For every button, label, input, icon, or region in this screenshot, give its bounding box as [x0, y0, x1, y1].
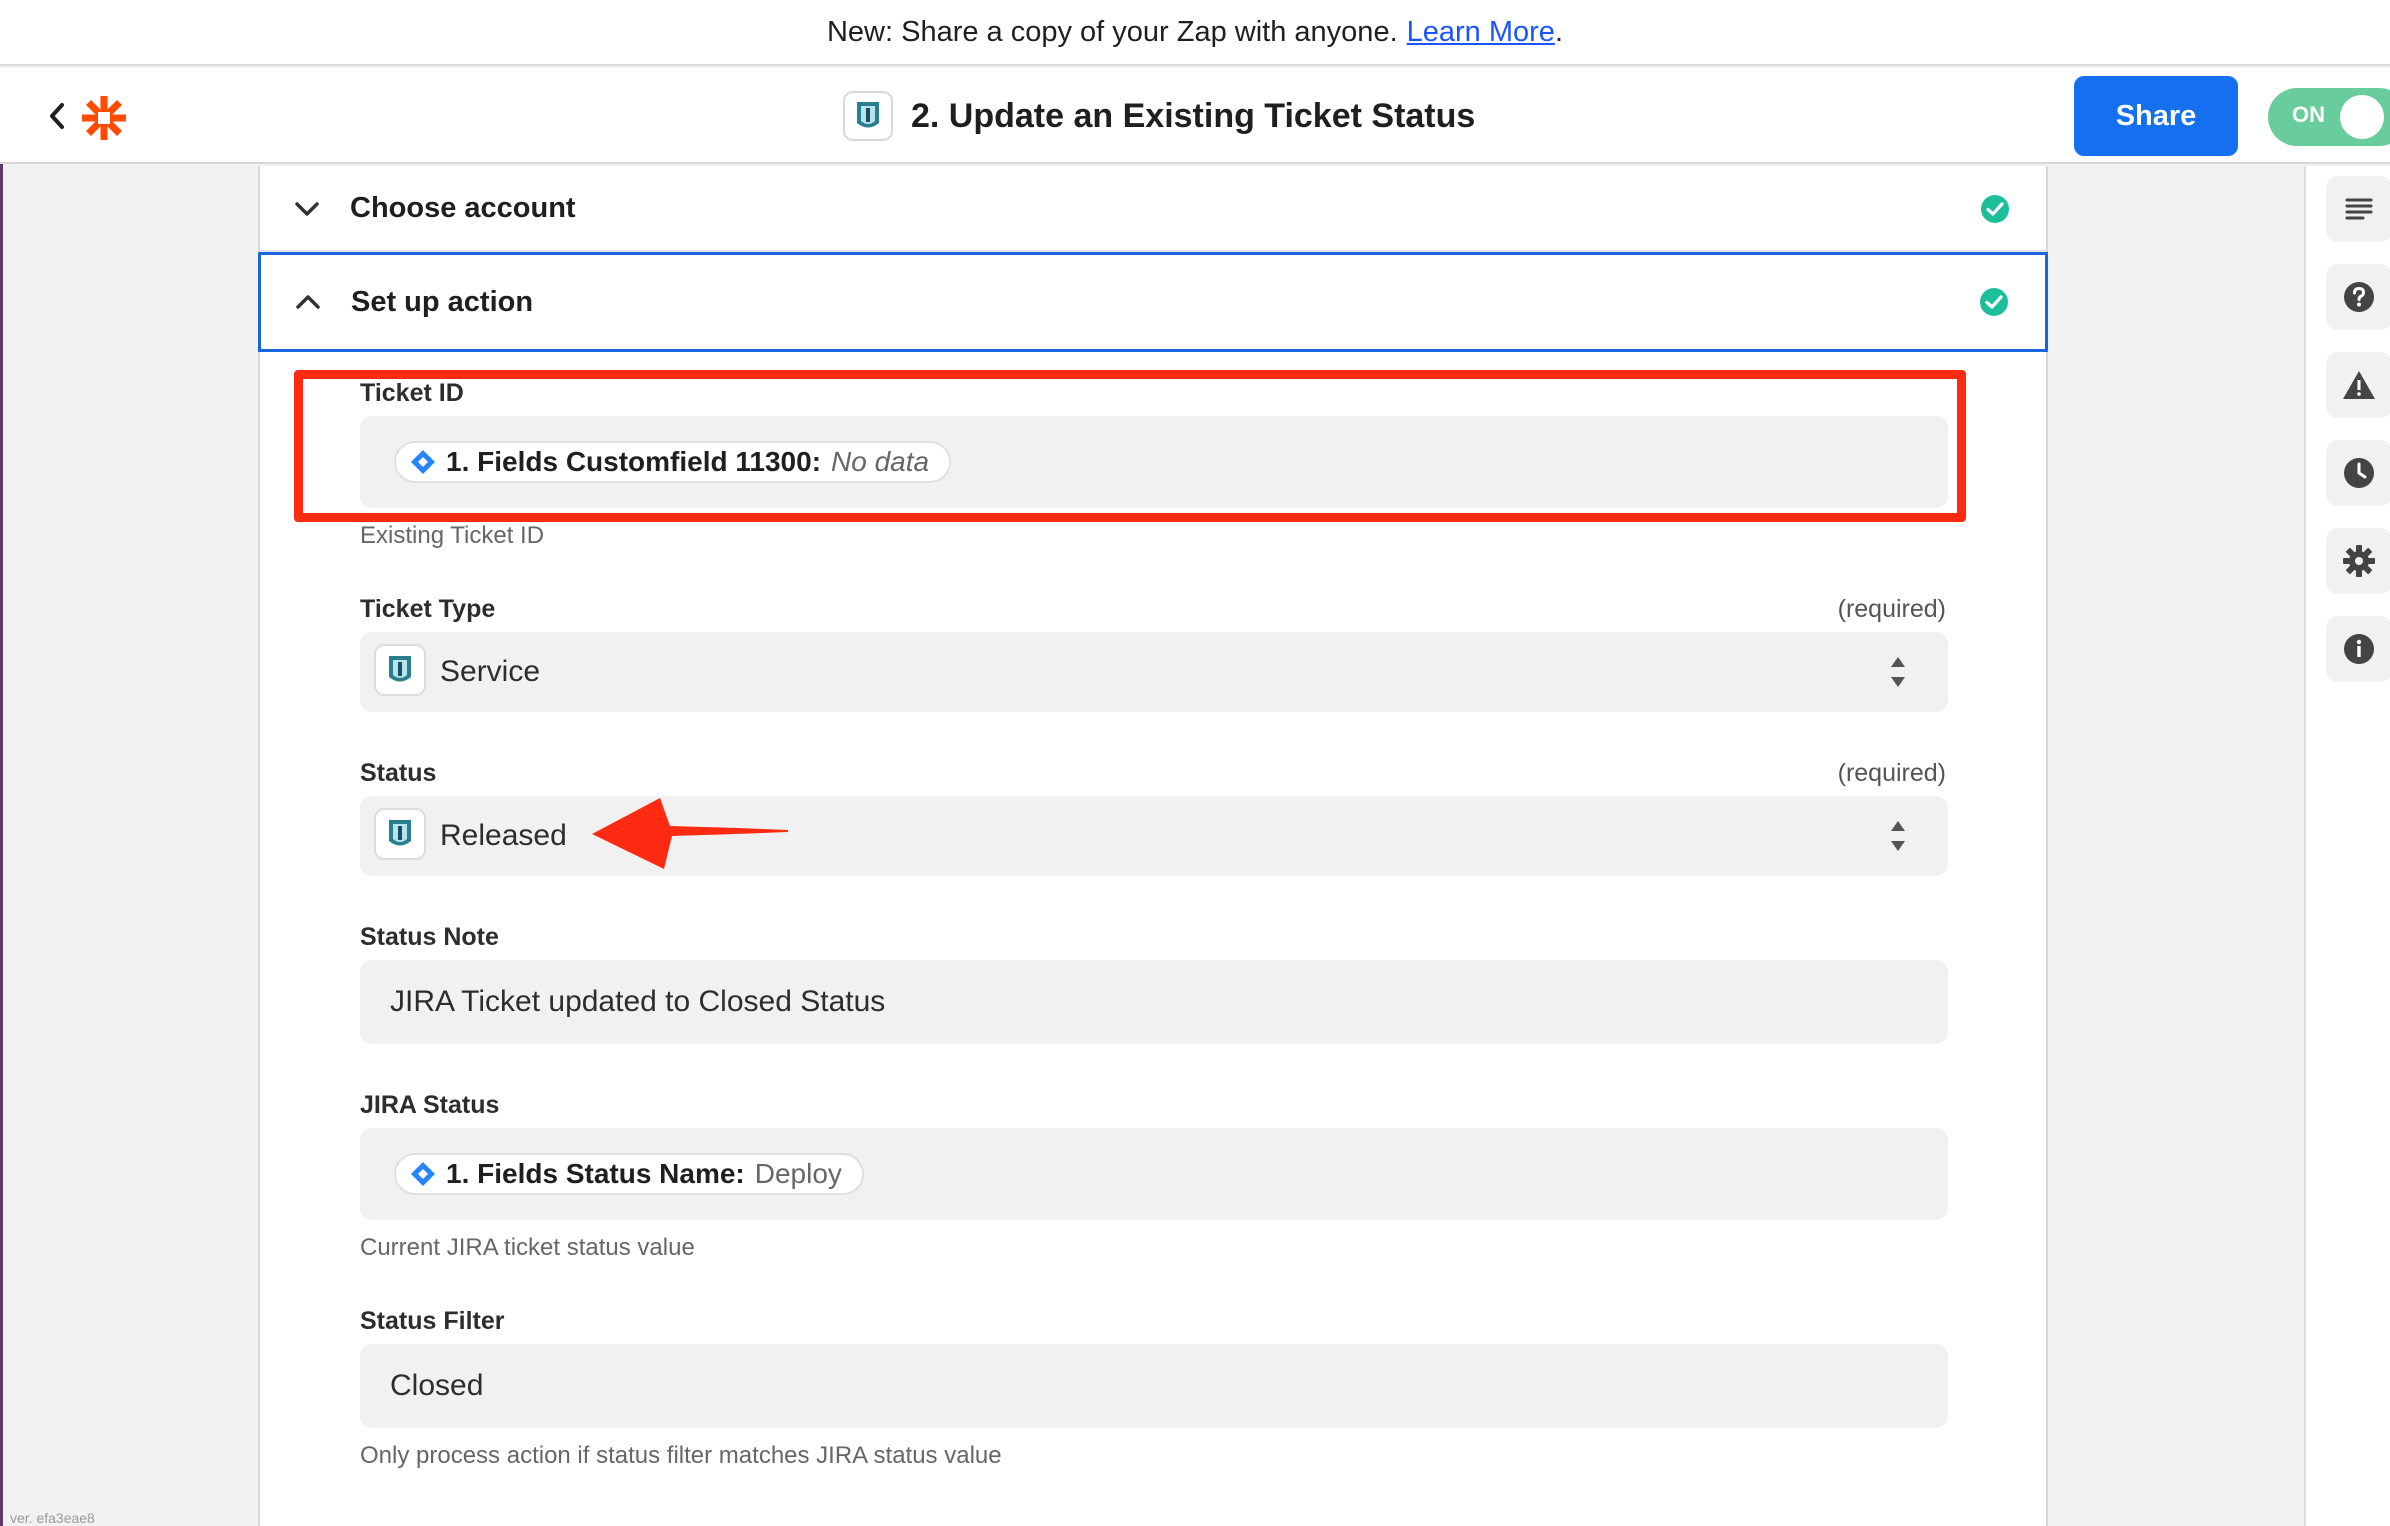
left-edge-strip	[0, 68, 3, 1526]
chevron-up-icon	[293, 287, 323, 317]
chevron-down-icon	[292, 194, 322, 224]
status-filter-label: Status Filter	[360, 1307, 505, 1335]
ticket-id-help: Existing Ticket ID	[360, 522, 545, 549]
status-select[interactable]: Released	[360, 796, 1948, 876]
info-icon	[2344, 634, 2374, 664]
section-title: Set up action	[351, 285, 534, 318]
jira-status-help: Current JIRA ticket status value	[360, 1234, 695, 1261]
toggle-knob	[2340, 95, 2384, 139]
editor-header: 2. Update an Existing Ticket Status Shar…	[0, 68, 2390, 164]
outline-icon	[2345, 198, 2373, 220]
required-badge: (required)	[1837, 595, 1946, 623]
share-button[interactable]: Share	[2074, 76, 2238, 156]
chevron-left-icon	[50, 103, 64, 129]
section-setup-action[interactable]: Set up action	[258, 252, 2048, 352]
pill-field-value: Deploy	[754, 1158, 842, 1189]
status-filter-value: Closed	[390, 1369, 484, 1402]
ticket-id-label: Ticket ID	[360, 379, 464, 407]
ticket-type-select[interactable]: Service	[360, 632, 1948, 712]
required-badge: (required)	[1837, 759, 1946, 787]
zap-on-toggle[interactable]: ON	[2268, 88, 2390, 146]
jira-status-label: JIRA Status	[360, 1091, 500, 1119]
check-circle-icon	[1980, 288, 2008, 316]
status-label: Status	[360, 759, 437, 787]
settings-button[interactable]	[2326, 528, 2390, 594]
jira-icon	[411, 450, 435, 474]
back-button[interactable]	[42, 98, 72, 134]
status-note-value: JIRA Ticket updated to Closed Status	[390, 985, 886, 1018]
alerts-button[interactable]	[2326, 352, 2390, 418]
ticket-type-label: Ticket Type	[360, 595, 496, 623]
ticket-app-icon	[374, 644, 426, 696]
step-editor-panel: Choose account Set up action Ticket ID 1…	[258, 166, 2048, 1526]
zap-editor: New: Share a copy of your Zap with anyon…	[0, 0, 2390, 1526]
learn-more-link[interactable]: Learn More	[1407, 16, 1555, 49]
ticket-app-icon	[374, 808, 426, 860]
section-choose-account[interactable]: Choose account	[260, 166, 2046, 252]
step-title[interactable]: 2. Update an Existing Ticket Status	[911, 97, 1475, 136]
select-value: Service	[440, 655, 541, 688]
announcement-banner: New: Share a copy of your Zap with anyon…	[0, 0, 2390, 66]
help-icon	[2344, 282, 2374, 312]
right-sidebar	[2304, 166, 2390, 1526]
select-value: Released	[440, 819, 567, 852]
info-button[interactable]	[2326, 616, 2390, 682]
section-title: Choose account	[350, 191, 576, 224]
step-title-group: 2. Update an Existing Ticket Status	[843, 88, 1475, 144]
jira-icon	[411, 1162, 435, 1186]
select-arrows-icon	[1891, 821, 1905, 851]
ticket-app-icon	[843, 91, 893, 141]
mapped-field-pill[interactable]: 1. Fields Status Name: Deploy	[394, 1153, 864, 1195]
pill-field-name: 1. Fields Status Name:	[446, 1158, 745, 1189]
warning-icon	[2343, 371, 2375, 399]
mapped-field-pill[interactable]: 1. Fields Customfield 11300: No data	[394, 441, 952, 483]
select-arrows-icon	[1891, 657, 1905, 687]
banner-period: .	[1554, 15, 1563, 48]
status-filter-input[interactable]: Closed	[360, 1344, 1948, 1428]
ticket-id-input[interactable]: 1. Fields Customfield 11300: No data	[360, 416, 1948, 508]
check-circle-icon	[1981, 195, 2009, 223]
settings-icon	[2343, 545, 2375, 577]
history-icon	[2344, 458, 2374, 488]
toggle-label: ON	[2292, 102, 2325, 127]
pill-field-value: No data	[831, 446, 930, 477]
zapier-logo[interactable]	[80, 94, 128, 142]
help-button[interactable]	[2326, 264, 2390, 330]
jira-status-input[interactable]: 1. Fields Status Name: Deploy	[360, 1128, 1948, 1220]
status-note-input[interactable]: JIRA Ticket updated to Closed Status	[360, 960, 1948, 1044]
version-label: ver. efa3eae8	[10, 1510, 95, 1526]
history-button[interactable]	[2326, 440, 2390, 506]
outline-button[interactable]	[2326, 176, 2390, 242]
banner-text: New: Share a copy of your Zap with anyon…	[826, 15, 1398, 48]
status-filter-help: Only process action if status filter mat…	[360, 1442, 1002, 1469]
status-note-label: Status Note	[360, 923, 499, 951]
pill-field-name: 1. Fields Customfield 11300:	[446, 446, 822, 477]
